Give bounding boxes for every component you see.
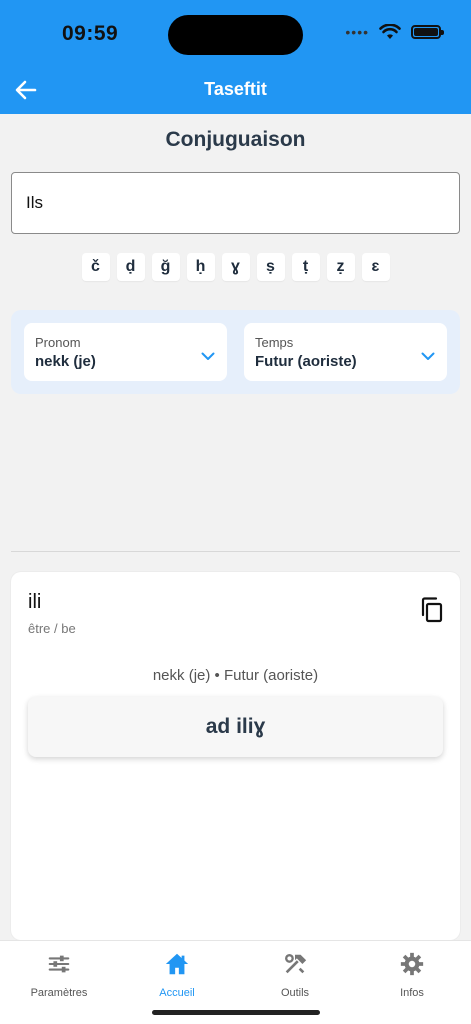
nav-label: Infos [400,987,424,999]
verb-name: ili [28,591,42,613]
app-bar: Taseftit [0,66,471,114]
nav-item-accueil[interactable]: Accueil [118,947,236,999]
nav-item-outils[interactable]: Outils [236,947,354,999]
copy-icon[interactable] [420,596,446,624]
nav-item-infos[interactable]: Infos [353,947,471,999]
char-key-h-dot[interactable]: ḥ [186,253,215,281]
verb-input[interactable] [26,173,446,233]
char-key-d-dot[interactable]: ḍ [116,253,145,281]
home-icon [165,953,189,975]
page-title: Conjuguaison [165,128,306,151]
sliders-icon [48,955,70,973]
char-key-t-dot[interactable]: ṭ [291,253,320,281]
status-icons: •••• [345,24,444,40]
app-title: Taseftit [204,79,267,99]
verb-translation: être / be [28,621,76,636]
conjugation-context: nekk (je) • Futur (aoriste) [152,667,319,684]
nav-label: Outils [280,987,310,999]
chevron-down-icon [201,352,215,360]
char-key-z-dot[interactable]: ẓ [326,253,355,281]
selectors-panel: Pronom nekk (je) Temps Futur (aoriste) [11,310,460,394]
verb-input-container [11,172,460,234]
status-bar: 09:59 •••• [0,0,471,66]
dynamic-island [168,15,303,55]
status-time: 09:59 [62,22,119,45]
tense-dropdown[interactable]: Temps Futur (aoriste) [244,323,447,381]
divider [11,551,460,552]
char-key-epsilon[interactable]: ɛ [361,253,390,281]
char-key-g-breve[interactable]: ğ [151,253,180,281]
cellular-signal-icon: •••• [345,24,369,40]
char-key-gamma[interactable]: ɣ [221,253,250,281]
chevron-down-icon [421,352,435,360]
nav-label: Accueil [159,987,195,999]
battery-icon [411,25,444,39]
wifi-icon [379,24,401,39]
home-indicator [152,1010,320,1015]
gear-icon [400,952,424,976]
nav-item-parametres[interactable]: Paramètres [0,947,118,999]
tense-label: Temps [255,335,294,350]
pronoun-value: nekk (je) [35,353,96,370]
tools-icon [285,954,307,974]
tense-value: Futur (aoriste) [255,353,357,370]
special-char-row: č ḍ ğ ḥ ɣ ṣ ṭ ẓ ɛ [0,253,471,281]
char-key-c-caron[interactable]: č [81,253,110,281]
char-key-s-dot[interactable]: ṣ [256,253,285,281]
result-card: ili être / be nekk (je) • Futur (aoriste… [11,572,460,940]
pronoun-label: Pronom [35,335,81,350]
pronoun-dropdown[interactable]: Pronom nekk (je) [24,323,227,381]
nav-label: Paramètres [30,987,88,999]
conjugation-result: ad iliɣ [28,697,443,757]
